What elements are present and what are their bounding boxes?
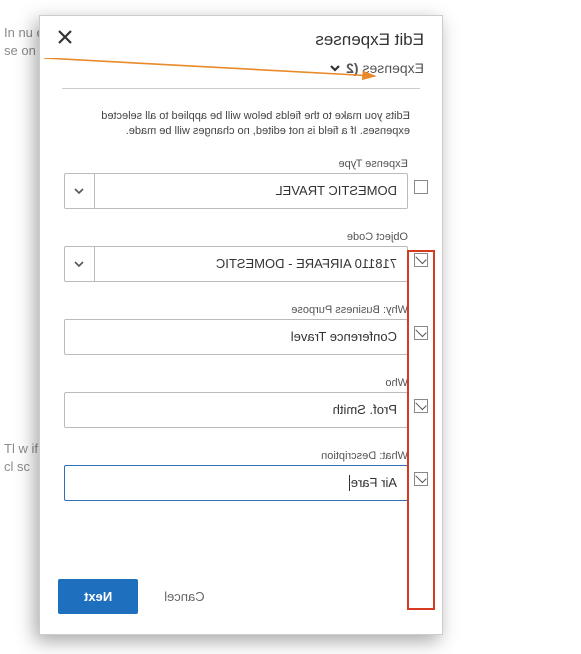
edit-expenses-panel: Edit Expenses Expenses (2 Edits you make…: [39, 15, 443, 635]
field-why: Why: Business Purpose Conference Travel: [64, 304, 428, 355]
checkbox-object-code[interactable]: [414, 253, 428, 267]
field-object-code: Object Code 718110 AIRFARE - DOMESTIC: [64, 231, 428, 282]
checkbox-why[interactable]: [414, 326, 428, 340]
label-who: Who: [64, 377, 408, 389]
value-object-code: 718110 AIRFARE - DOMESTIC: [95, 247, 407, 281]
panel-body: Edits you make to the fields below will …: [40, 97, 442, 565]
chevron-down-icon[interactable]: [65, 174, 95, 208]
label-why: Why: Business Purpose: [64, 304, 408, 316]
value-what: Air Fare: [65, 466, 407, 500]
chevron-down-icon[interactable]: [65, 247, 95, 281]
label-expense-type: Expense Type: [64, 158, 408, 170]
divider: [62, 88, 420, 89]
field-what: What: Description Air Fare: [64, 450, 428, 501]
cancel-button[interactable]: Cancel: [158, 588, 210, 605]
panel-footer: Cancel Next: [40, 565, 442, 634]
value-expense-type: DOMESTIC TRAVEL: [95, 174, 407, 208]
input-who[interactable]: Prof. Smith: [64, 392, 408, 428]
panel-header: Edit Expenses Expenses (2: [40, 16, 442, 97]
select-expense-type[interactable]: DOMESTIC TRAVEL: [64, 173, 408, 209]
expense-count: (2: [346, 60, 358, 76]
next-button[interactable]: Next: [58, 579, 138, 614]
value-why: Conference Travel: [65, 320, 407, 354]
label-what: What: Description: [64, 450, 408, 462]
input-what[interactable]: Air Fare: [64, 465, 408, 501]
value-who: Prof. Smith: [65, 393, 407, 427]
checkbox-what[interactable]: [414, 472, 428, 486]
field-who: Who Prof. Smith: [64, 377, 428, 428]
close-icon[interactable]: [58, 30, 72, 44]
text-caret: [349, 475, 350, 491]
input-why[interactable]: Conference Travel: [64, 319, 408, 355]
panel-title: Edit Expenses: [58, 30, 424, 50]
subhead-label: Expenses: [363, 60, 424, 76]
chevron-down-icon: [328, 61, 342, 75]
checkbox-who[interactable]: [414, 399, 428, 413]
checkbox-expense-type[interactable]: [414, 180, 428, 194]
select-object-code[interactable]: 718110 AIRFARE - DOMESTIC: [64, 246, 408, 282]
info-text: Edits you make to the fields below will …: [64, 109, 428, 140]
expenses-toggle[interactable]: Expenses (2: [58, 60, 424, 76]
label-object-code: Object Code: [64, 231, 408, 243]
field-expense-type: Expense Type DOMESTIC TRAVEL: [64, 158, 428, 209]
